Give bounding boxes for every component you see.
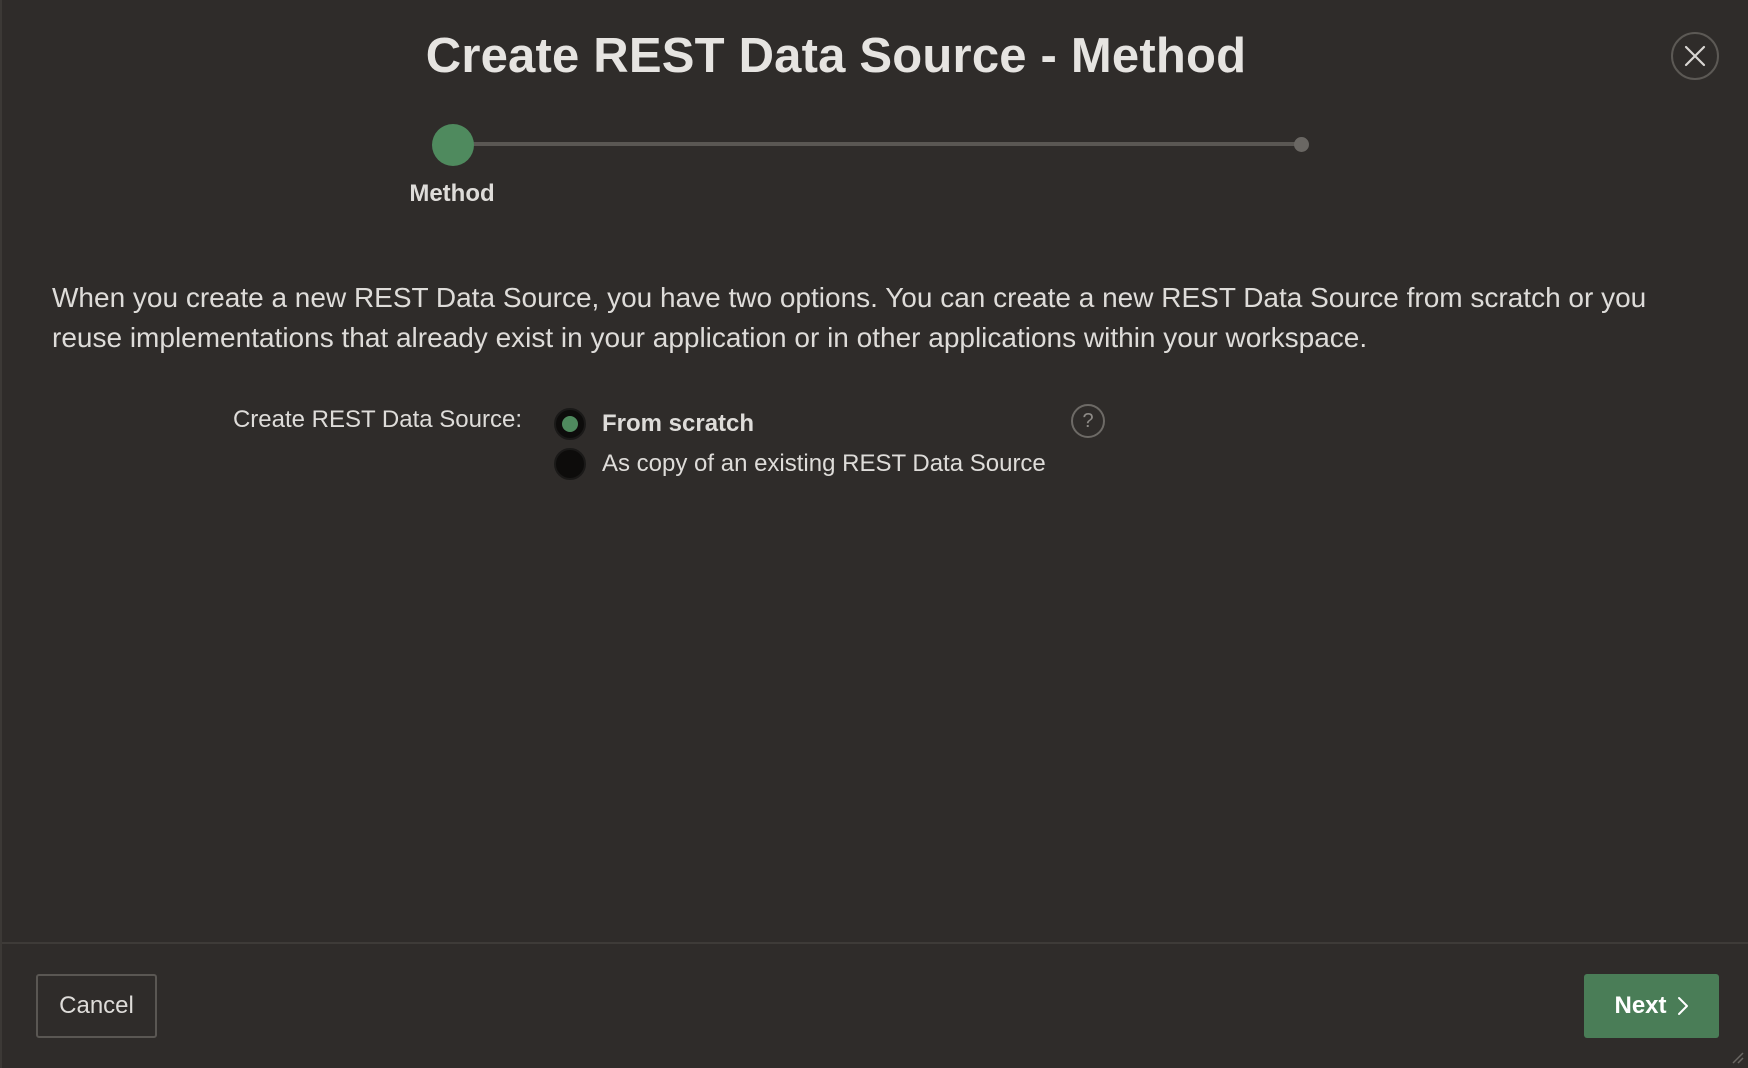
close-icon xyxy=(1684,45,1706,67)
chevron-right-icon xyxy=(1677,997,1688,1015)
option-from-scratch[interactable]: From scratch xyxy=(554,404,1046,444)
cancel-button[interactable]: Cancel xyxy=(36,974,157,1038)
resize-grip-icon[interactable] xyxy=(1730,1050,1744,1064)
create-method-label: Create REST Data Source: xyxy=(232,406,522,433)
create-rest-data-source-dialog: Create REST Data Source - Method Method … xyxy=(0,0,1748,1068)
create-method-radio-group: From scratch As copy of an existing REST… xyxy=(554,404,1046,484)
option-copy-existing[interactable]: As copy of an existing REST Data Source xyxy=(554,444,1046,484)
option-from-scratch-label[interactable]: From scratch xyxy=(602,410,754,438)
next-button[interactable]: Next xyxy=(1584,974,1719,1038)
close-button[interactable] xyxy=(1671,32,1719,80)
wizard-progress: Method xyxy=(2,118,1748,218)
radio-copy-existing[interactable] xyxy=(554,448,586,480)
option-copy-existing-label[interactable]: As copy of an existing REST Data Source xyxy=(602,450,1046,478)
help-button[interactable]: ? xyxy=(1071,404,1105,438)
wizard-step-method-label: Method xyxy=(409,180,495,207)
dialog-title: Create REST Data Source - Method xyxy=(425,29,1247,83)
footer-divider xyxy=(2,942,1748,944)
wizard-step-final-marker xyxy=(1294,137,1309,152)
next-button-label: Next xyxy=(1614,992,1667,1019)
wizard-track xyxy=(453,142,1301,146)
method-description: When you create a new REST Data Source, … xyxy=(52,282,1647,353)
help-icon: ? xyxy=(1082,409,1094,432)
radio-from-scratch[interactable] xyxy=(554,408,586,440)
wizard-step-method-marker xyxy=(432,124,474,166)
